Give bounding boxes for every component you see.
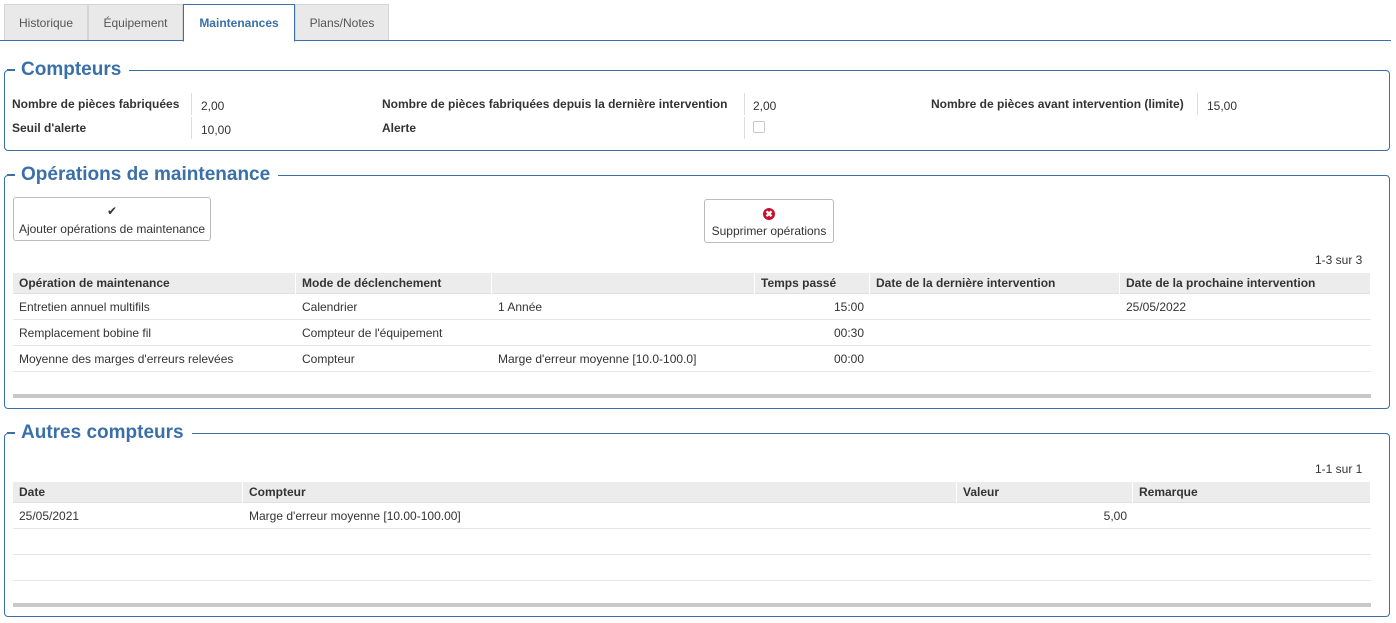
column-header[interactable]: Date de la dernière intervention (870, 273, 1120, 294)
pieces-fabriquees-label: Nombre de pièces fabriquées (12, 97, 180, 111)
detail-cell: 1 Année (498, 300, 543, 314)
seuil-alerte-label: Seuil d'alerte (12, 121, 87, 135)
operation-cell: Remplacement bobine fil (19, 326, 152, 340)
compteurs-title: Compteurs (7, 59, 130, 81)
delete-operations-button[interactable]: ✖ Supprimer opérations (704, 199, 834, 243)
separator (744, 93, 745, 115)
delete-icon: ✖ (705, 206, 833, 220)
date-cell: 25/05/2021 (19, 509, 80, 523)
column-header[interactable]: Date de la prochaine intervention (1120, 273, 1371, 294)
autres-compteurs-table: Date Compteur Valeur Remarque 25/05/2021… (13, 482, 1371, 612)
autres-compteurs-title-text: Autres compteurs (21, 422, 184, 443)
prochaine-cell: 25/05/2022 (1126, 300, 1187, 314)
tab-equipement[interactable]: Équipement (88, 4, 183, 41)
table-row[interactable]: Entretien annuel multifils Calendrier 1 … (13, 295, 1371, 320)
compteur-cell: Marge d'erreur moyenne [10.00-100.00] (249, 509, 461, 523)
column-header[interactable]: Valeur (957, 482, 1133, 503)
mode-cell: Compteur (302, 352, 355, 366)
avant-intervention-value: 15,00 (1207, 99, 1238, 113)
seuil-alerte-value: 10,00 (201, 123, 232, 137)
prochaine-cell (1120, 347, 1371, 372)
temps-cell: 15:00 (833, 300, 864, 314)
derniere-cell (870, 347, 1120, 372)
autres-table-header: Date Compteur Valeur Remarque (13, 482, 1371, 503)
alerte-label: Alerte (382, 121, 417, 135)
table-scrollbar[interactable] (13, 394, 1371, 398)
column-header[interactable]: Opération de maintenance (13, 273, 296, 294)
add-operations-label: Ajouter opérations de maintenance (18, 222, 206, 236)
prochaine-cell (1120, 321, 1371, 346)
operations-pager: 1-3 sur 3 (1315, 253, 1363, 267)
table-row[interactable]: Moyenne des marges d'erreurs relevées Co… (13, 347, 1371, 372)
separator (191, 117, 192, 139)
table-row[interactable]: 25/05/2021 Marge d'erreur moyenne [10.00… (13, 504, 1371, 529)
operations-section: Opérations de maintenance ✔ Ajouter opér… (4, 164, 1390, 409)
pieces-fabriquees-value: 2,00 (201, 99, 225, 113)
column-header[interactable]: Compteur (243, 482, 957, 503)
compteurs-section: Compteurs Nombre de pièces fabriquées 2,… (4, 59, 1390, 151)
table-row[interactable]: Remplacement bobine fil Compteur de l'éq… (13, 321, 1371, 346)
tab-maintenances[interactable]: Maintenances (183, 4, 295, 42)
table-row-empty (13, 530, 1371, 555)
mode-cell: Compteur de l'équipement (302, 326, 443, 340)
avant-intervention-label: Nombre de pièces avant intervention (lim… (931, 97, 1184, 111)
tab-bar: Historique Équipement Maintenances Plans… (0, 0, 1391, 42)
alerte-checkbox[interactable] (753, 121, 765, 133)
check-icon: ✔ (106, 204, 118, 218)
column-header[interactable]: Mode de déclenchement (296, 273, 492, 294)
column-header[interactable]: Remarque (1133, 482, 1371, 503)
delete-operations-label: Supprimer opérations (711, 224, 827, 238)
tab-plans-notes[interactable]: Plans/Notes (295, 4, 389, 41)
temps-cell: 00:30 (833, 326, 864, 340)
legend-dash (7, 432, 15, 434)
temps-cell: 00:00 (833, 352, 864, 366)
column-header[interactable] (492, 273, 755, 294)
autres-compteurs-title: Autres compteurs (7, 422, 192, 444)
operation-cell: Entretien annuel multifils (19, 300, 150, 314)
separator (191, 93, 192, 115)
derniere-cell (870, 321, 1120, 346)
autres-compteurs-section: Autres compteurs 1-1 sur 1 Date Compteur… (4, 422, 1390, 617)
operations-title-text: Opérations de maintenance (21, 164, 271, 185)
autres-pager: 1-1 sur 1 (1315, 462, 1363, 476)
valeur-cell: 5,00 (1103, 509, 1127, 523)
column-header[interactable]: Date (13, 482, 243, 503)
depuis-intervention-value: 2,00 (753, 99, 777, 113)
remarque-cell (1133, 504, 1371, 529)
legend-dash (7, 174, 15, 176)
operations-table-header: Opération de maintenance Mode de déclenc… (13, 273, 1371, 294)
detail-cell (492, 321, 755, 346)
compteurs-title-text: Compteurs (21, 59, 122, 80)
operations-title: Opérations de maintenance (7, 164, 279, 186)
add-operations-button[interactable]: ✔ Ajouter opérations de maintenance (13, 197, 211, 241)
table-scrollbar[interactable] (13, 603, 1371, 607)
separator (744, 117, 745, 139)
legend-dash (7, 69, 15, 71)
operations-table: Opération de maintenance Mode de déclenc… (13, 273, 1371, 401)
operation-cell: Moyenne des marges d'erreurs relevées (19, 352, 234, 366)
column-header[interactable]: Temps passé (755, 273, 870, 294)
depuis-intervention-label: Nombre de pièces fabriquées depuis la de… (382, 97, 728, 111)
derniere-cell (870, 295, 1120, 320)
detail-cell: Marge d'erreur moyenne [10.0-100.0] (498, 352, 697, 366)
separator (1197, 93, 1198, 115)
table-row-empty (13, 556, 1371, 581)
tab-historique[interactable]: Historique (4, 4, 88, 41)
mode-cell: Calendrier (302, 300, 358, 314)
